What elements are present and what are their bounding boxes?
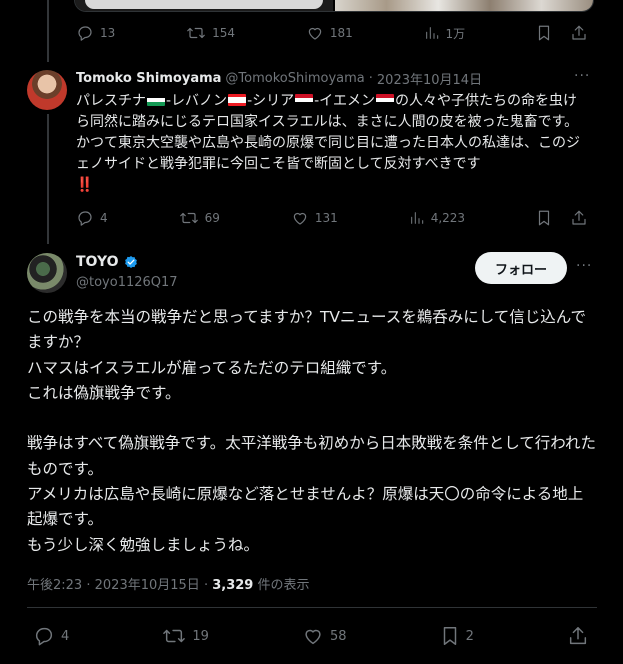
reply-icon [78, 26, 92, 41]
share-icon [569, 627, 587, 645]
reply-count: 4 [61, 628, 70, 644]
views-icon [425, 27, 438, 39]
reply-text: パレスチナ -レバノン -シリア -イエメン の人々や子供たちの命を虫けら同然に踏みにじ… [76, 91, 586, 196]
reply-text-part: -シリア [247, 93, 295, 109]
reply-button[interactable]: 4 [33, 625, 69, 647]
tweet-meta: 午後2:23 · 2023年10月15日 · 3,329 件の表示 [27, 574, 310, 593]
like-count: 181 [329, 26, 353, 40]
views-button[interactable]: 4,223 [409, 210, 465, 226]
heart-icon [305, 629, 321, 645]
more-options-icon[interactable]: ··· [576, 258, 592, 274]
retweet-icon [179, 212, 198, 224]
more-options-icon[interactable]: ··· [574, 68, 590, 84]
heart-icon [308, 27, 322, 40]
reply-button[interactable]: 4 [76, 209, 108, 227]
reply-text-part: パレスチナ [76, 93, 146, 109]
reply-icon [78, 211, 92, 226]
bookmark-icon [443, 627, 456, 645]
tweet-text: この戦争を本当の戦争だと思ってますか？TVニュースを鵜呑みにして信じ込んでますか… [27, 308, 597, 554]
follow-button[interactable]: フォロー [475, 252, 567, 284]
retweet-icon [163, 629, 186, 643]
retweet-button[interactable]: 69 [179, 209, 220, 227]
reply-icon [35, 627, 53, 646]
lebanon-flag-icon [228, 94, 247, 106]
views-icon [410, 212, 423, 224]
divider [27, 607, 597, 608]
author-name[interactable]: TOYO [76, 254, 119, 270]
share-button[interactable] [567, 625, 589, 647]
separator-dot: · [203, 578, 209, 593]
double-exclamation-icon: ‼️ [76, 177, 93, 193]
reply-count: 4 [100, 211, 108, 225]
retweet-button[interactable]: 19 [162, 625, 209, 647]
retweet-count: 19 [192, 628, 209, 644]
reply-text-part: -レバノン [166, 93, 228, 109]
thread-line-reply [47, 114, 49, 244]
palestine-flag-icon [147, 94, 165, 106]
thread-line-top [47, 0, 49, 62]
retweet-count: 154 [212, 26, 235, 40]
previous-tweet-media[interactable] [74, 0, 594, 12]
retweet-icon [187, 27, 205, 39]
media-image-right[interactable] [335, 0, 593, 11]
bookmark-button[interactable]: 2 [440, 625, 474, 647]
like-button[interactable]: 181 [306, 24, 353, 42]
heart-icon [293, 212, 307, 225]
like-button[interactable]: 131 [291, 209, 338, 227]
bookmark-icon[interactable] [536, 24, 552, 42]
like-count: 58 [329, 628, 347, 644]
syria-flag-icon [295, 94, 314, 106]
reply-count: 13 [100, 26, 116, 40]
share-icon[interactable] [570, 209, 588, 227]
author-handle[interactable]: @TomokoShimoyama [225, 71, 364, 86]
previous-tweet-actions: 13 154 181 1万 [76, 24, 588, 42]
main-tweet-actions: 4 19 58 2 [33, 625, 589, 647]
author-handle[interactable]: @toyo1126Q17 [76, 275, 178, 290]
tweet-date[interactable]: 2023年10月15日 [95, 578, 200, 593]
reply-tweet-actions: 4 69 131 4,223 [76, 209, 588, 227]
reply-button[interactable]: 13 [76, 24, 115, 42]
reply-text-part: -イエメン [314, 93, 376, 109]
views-count: 4,223 [430, 211, 466, 225]
bookmark-icon[interactable] [536, 209, 552, 227]
media-image-left[interactable] [75, 0, 335, 11]
verified-badge-icon [124, 256, 137, 268]
author-name[interactable]: Tomoko Shimoyama [76, 71, 221, 86]
like-button[interactable]: 58 [302, 625, 347, 647]
views-button[interactable]: 1万 [424, 25, 466, 42]
like-count: 131 [314, 211, 338, 225]
yemen-flag-icon [376, 94, 395, 106]
main-author-name-line: TOYO [76, 254, 139, 270]
avatar[interactable] [27, 70, 67, 110]
retweet-button[interactable]: 154 [186, 24, 235, 42]
tweet-time[interactable]: 午後2:23 [27, 578, 82, 593]
views-label: 件の表示 [257, 578, 310, 593]
retweet-count: 69 [204, 211, 220, 225]
views-count: 3,329 [212, 578, 254, 593]
bookmark-count: 2 [465, 628, 474, 644]
reply-author-line: Tomoko Shimoyama @TomokoShimoyama · 2023… [76, 69, 482, 88]
views-count: 1万 [445, 26, 466, 41]
separator-dot: · [86, 578, 91, 593]
separator-dot: · [368, 71, 373, 86]
tweet-date[interactable]: 2023年10月14日 [377, 69, 482, 88]
share-icon[interactable] [570, 24, 588, 42]
avatar[interactable] [27, 253, 67, 293]
